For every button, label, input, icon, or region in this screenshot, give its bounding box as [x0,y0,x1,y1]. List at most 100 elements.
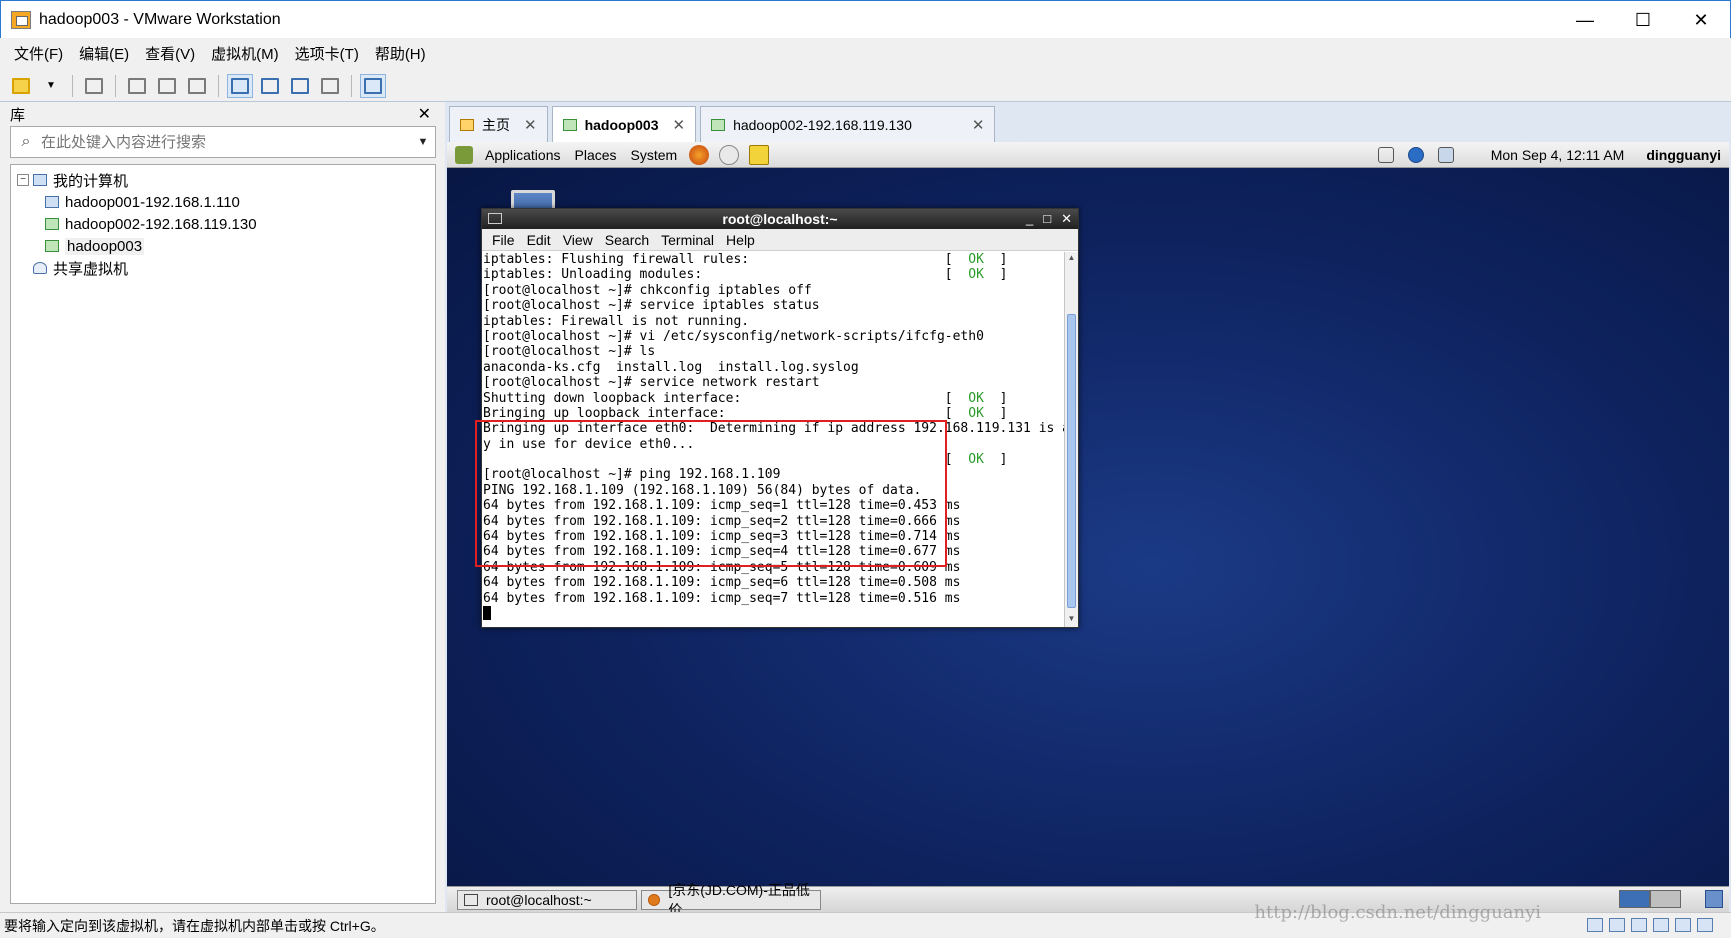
vm-running-icon [711,118,726,131]
terminal-line-text: PING 192.168.1.109 (192.168.1.109) 56(84… [483,482,922,498]
tree-item-hadoop003[interactable]: hadoop003 [11,235,435,257]
workspace-2[interactable] [1650,890,1681,908]
vm-area: 主页 ✕ hadoop003 ✕ hadoop002-192.168.119.1… [445,102,1731,912]
console-view-button[interactable] [360,73,386,98]
trash-icon[interactable] [1705,890,1723,908]
ok-status: OK [968,267,984,283]
terminal-maximize-icon[interactable]: □ [1043,209,1051,229]
suspend-button[interactable] [8,74,34,98]
search-dropdown-icon[interactable]: ▼ [411,136,435,148]
terminal-line-text: [root@localhost ~]# ls [483,344,656,360]
terminal-menu-terminal[interactable]: Terminal [655,232,720,248]
terminal-line-tail: ] [983,452,1008,468]
taskbar-terminal[interactable]: root@localhost:~ [457,889,637,910]
menu-file[interactable]: 文件(F) [6,38,71,70]
firefox-icon[interactable] [689,144,710,165]
network-adapter-icon[interactable] [1653,918,1669,932]
revert-snapshot-button[interactable] [154,74,180,98]
bluetooth-icon[interactable] [1407,147,1424,163]
tree-label: hadoop001-192.168.1.110 [65,193,240,211]
tree-item-hadoop001[interactable]: hadoop001-192.168.1.110 [11,191,435,213]
terminal-line: [ OK ] [483,452,1064,467]
guest-menu-system[interactable]: System [624,147,685,163]
firefox-icon [648,893,661,906]
terminal-close-icon[interactable]: ✕ [1061,209,1072,229]
mail-icon[interactable] [719,144,740,165]
tab-close-icon[interactable]: ✕ [672,116,685,134]
terminal-window[interactable]: root@localhost:~ _ □ ✕ File Edit View Se… [475,208,1079,628]
notes-icon[interactable] [749,144,770,165]
close-button[interactable]: ✕ [1672,1,1730,39]
terminal-line-tail: ] [983,405,1008,421]
tree-item-hadoop002[interactable]: hadoop002-192.168.119.130 [11,213,435,235]
network-icon[interactable] [1437,147,1454,163]
cdrom-icon[interactable] [1609,918,1625,932]
display-icon[interactable] [1697,918,1713,932]
terminal-menu-file[interactable]: File [486,232,521,248]
power-dropdown-button[interactable]: ▼ [38,74,64,98]
volume-icon[interactable] [1377,147,1394,163]
show-library-button[interactable] [227,73,253,98]
terminal-minimize-icon[interactable]: _ [1026,209,1033,229]
library-search-input[interactable] [41,133,411,151]
menu-view[interactable]: 查看(V) [137,38,203,70]
terminal-menu-edit[interactable]: Edit [521,232,557,248]
terminal-menu-search[interactable]: Search [599,232,655,248]
collapse-icon[interactable]: − [17,174,29,186]
maximize-button[interactable]: ☐ [1614,1,1672,39]
menu-vm[interactable]: 虚拟机(M) [203,38,287,70]
minimize-button[interactable]: — [1556,1,1614,39]
guest-clock[interactable]: Mon Sep 4, 12:11 AM [1491,147,1625,163]
keyboard-icon [85,77,103,94]
pause-icon [12,77,30,94]
guest-tray: Mon Sep 4, 12:11 AM dingguanyi [1371,142,1729,168]
device-status-icons [1587,918,1713,932]
tab-hadoop002[interactable]: hadoop002-192.168.119.130 ✕ [700,106,996,142]
terminal-scrollbar[interactable]: ▲ ▼ [1064,252,1078,627]
tab-home[interactable]: 主页 ✕ [449,106,548,142]
workspace-switcher[interactable] [1619,890,1681,908]
usb-icon[interactable] [1631,918,1647,932]
taskbar-firefox[interactable]: [京东(JD.COM)-正品低价… [641,882,821,912]
terminal-line: Bringing up loopback interface: [ OK ] [483,406,1064,421]
terminal-menu-view[interactable]: View [557,232,599,248]
guest-screen[interactable]: Applications Places System Mon Sep 4, 12… [447,142,1729,912]
tab-close-icon[interactable]: ✕ [972,116,985,134]
sound-icon[interactable] [1675,918,1691,932]
terminal-line-text: 64 bytes from 192.168.1.109: icmp_seq=3 … [483,529,961,545]
scrollbar-thumb[interactable] [1067,314,1076,608]
terminal-output[interactable]: iptables: Flushing firewall rules: [ OK … [482,252,1064,627]
menu-tabs[interactable]: 选项卡(T) [287,38,367,70]
snapshot-manager-button[interactable] [184,74,210,98]
terminal-line-text: y in use for device eth0... [483,436,695,452]
guest-menu-places[interactable]: Places [568,147,624,163]
tree-item-shared-vms[interactable]: 共享虚拟机 [11,257,435,279]
terminal-menu-help[interactable]: Help [720,232,761,248]
menu-edit[interactable]: 编辑(E) [71,38,137,70]
workspace-1[interactable] [1619,890,1650,908]
terminal-line-text: Bringing up loopback interface: [ [483,405,969,421]
toolbar-separator [351,74,352,97]
unity-button[interactable] [317,74,343,98]
library-close-icon[interactable]: ✕ [418,104,431,124]
full-screen-button[interactable] [287,74,313,98]
thumbnail-bar-button[interactable] [257,74,283,98]
send-ctrl-alt-del-button[interactable] [81,74,107,98]
gnome-foot-icon [455,145,473,164]
scroll-up-icon[interactable]: ▲ [1065,253,1078,265]
tree-item-my-computer[interactable]: − 我的计算机 [11,169,435,191]
terminal-line-text: [root@localhost ~]# service network rest… [483,375,820,391]
guest-user[interactable]: dingguanyi [1646,147,1721,163]
tab-close-icon[interactable]: ✕ [524,116,537,134]
hdd-icon[interactable] [1587,918,1603,932]
terminal-line: 64 bytes from 192.168.1.109: icmp_seq=1 … [483,498,1064,513]
snapshot-button[interactable] [124,74,150,98]
library-header: 库 ✕ [0,102,445,126]
toolbar: ▼ [0,70,1731,102]
tab-hadoop003[interactable]: hadoop003 ✕ [551,106,697,142]
terminal-line: iptables: Flushing firewall rules: [ OK … [483,252,1064,267]
menu-help[interactable]: 帮助(H) [367,38,434,70]
terminal-prompt-line [483,606,1064,621]
scroll-down-icon[interactable]: ▼ [1065,614,1078,626]
guest-menu-applications[interactable]: Applications [478,147,568,163]
